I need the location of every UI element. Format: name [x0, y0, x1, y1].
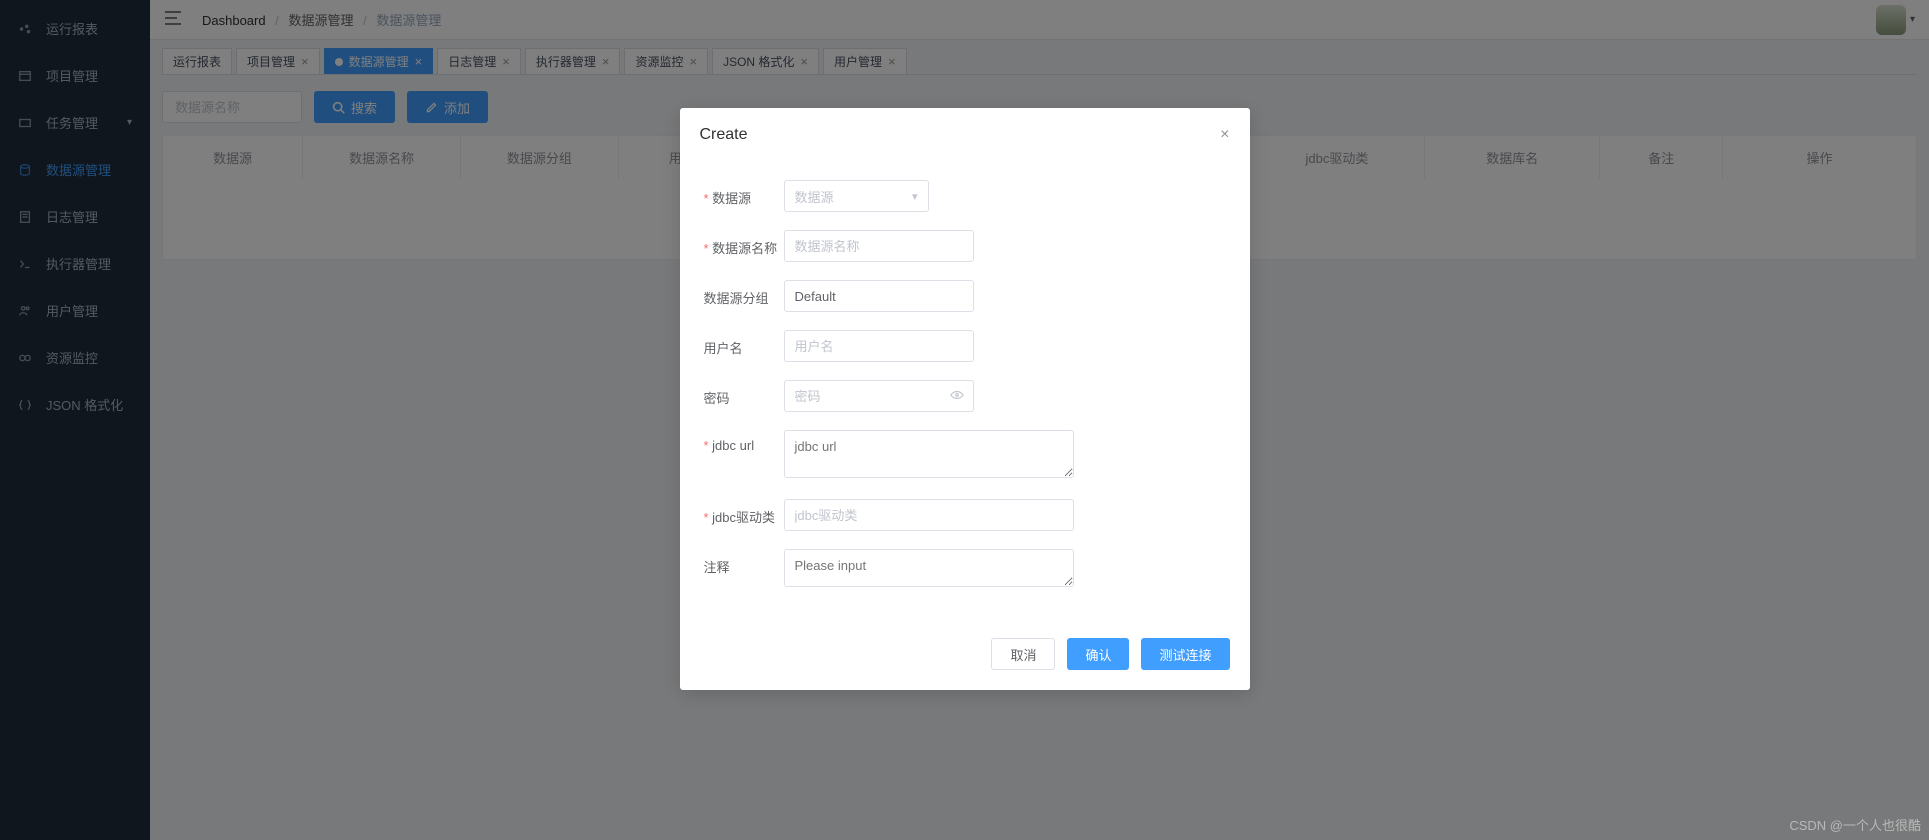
- name-input[interactable]: [784, 230, 974, 262]
- watermark: CSDN @一个人也很酷: [1789, 815, 1921, 834]
- comment-textarea[interactable]: [784, 549, 1074, 587]
- username-input[interactable]: [784, 330, 974, 362]
- jdbcurl-textarea[interactable]: [784, 430, 1074, 478]
- label-password: 密码: [704, 380, 784, 407]
- create-modal: Create × 数据源 数据源 ▾ 数据源名称 数据源分组: [680, 108, 1250, 690]
- label-name: 数据源名称: [704, 230, 784, 257]
- label-username: 用户名: [704, 330, 784, 357]
- datasource-select[interactable]: 数据源 ▾: [784, 180, 929, 212]
- modal-title: Create: [700, 126, 748, 144]
- group-input[interactable]: [784, 280, 974, 312]
- select-placeholder: 数据源: [795, 187, 834, 206]
- label-group: 数据源分组: [704, 280, 784, 307]
- cancel-button[interactable]: 取消: [991, 638, 1055, 670]
- label-driver: jdbc驱动类: [704, 499, 784, 526]
- test-connection-button[interactable]: 测试连接: [1141, 638, 1229, 670]
- label-jdbcurl: jdbc url: [704, 430, 784, 453]
- close-icon[interactable]: ×: [1220, 126, 1229, 144]
- chevron-down-icon: ▾: [912, 190, 918, 203]
- driver-input[interactable]: [784, 499, 1074, 531]
- label-datasource: 数据源: [704, 180, 784, 207]
- password-input[interactable]: [784, 380, 974, 412]
- confirm-button[interactable]: 确认: [1067, 638, 1129, 670]
- label-comment: 注释: [704, 549, 784, 576]
- eye-icon[interactable]: [950, 388, 964, 405]
